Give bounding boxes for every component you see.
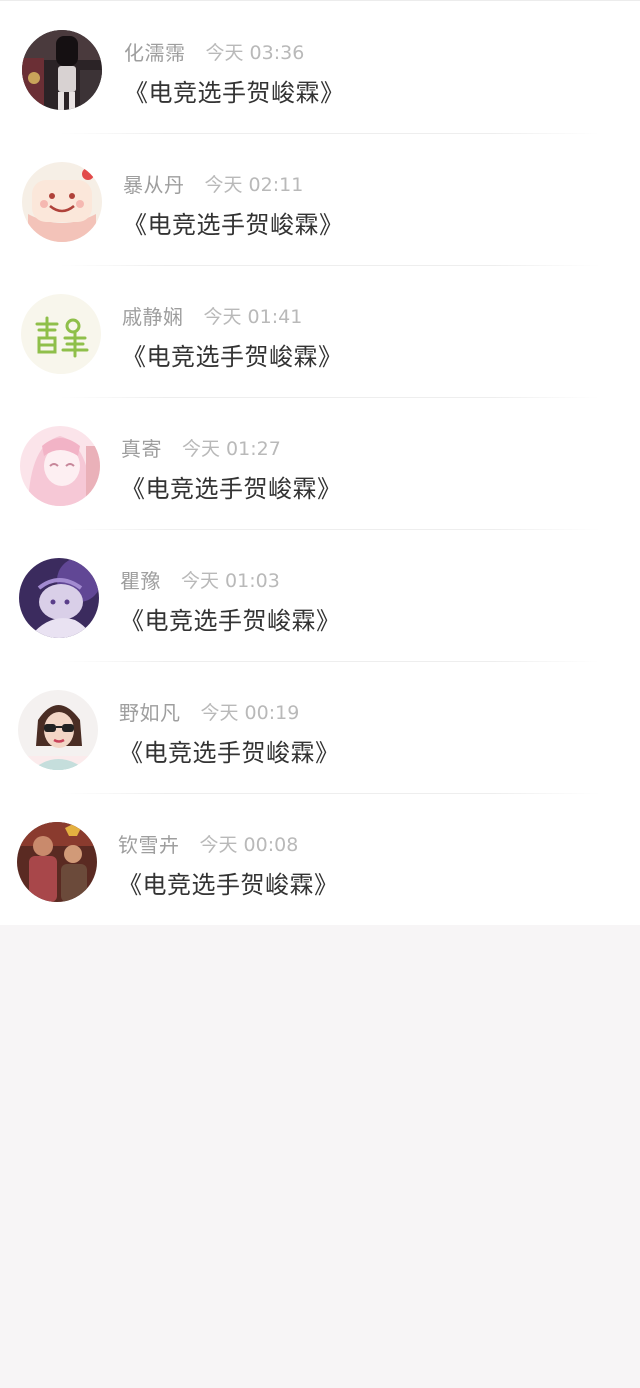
comment-time: 今天 02:11	[204, 173, 304, 196]
avatar-dark-street-photo-icon[interactable]	[22, 30, 102, 110]
comment-meta: 暴从丹 今天 02:11	[123, 169, 303, 197]
commenter-name[interactable]: 暴从丹	[123, 169, 185, 198]
comment-text: 《电竞选手贺峻霖》	[118, 871, 339, 899]
commenter-name[interactable]: 戚静娴	[122, 301, 184, 330]
avatar-cute-cake-face-icon[interactable]	[22, 162, 102, 242]
commenter-name[interactable]: 真寄	[121, 433, 162, 462]
comment-item[interactable]: 野如凡 今天 00:19 《电竞选手贺峻霖》	[0, 661, 640, 793]
avatar-pink-anime-girl-icon[interactable]	[20, 426, 100, 506]
comment-text: 《电竞选手贺峻霖》	[121, 475, 342, 503]
commenter-name[interactable]: 钦雪卉	[118, 829, 180, 858]
comment-text: 《电竞选手贺峻霖》	[119, 739, 340, 767]
avatar-sunglasses-girl-icon[interactable]	[18, 690, 98, 770]
avatar-green-calligraphy-icon[interactable]	[21, 294, 101, 374]
comment-meta: 真寄 今天 01:27	[121, 433, 281, 461]
comment-meta: 戚静娴 今天 01:41	[122, 301, 302, 329]
comment-list: 化濡霈 今天 03:36 《电竞选手贺峻霖》 暴从丹 今天 02:11 《电竞选…	[0, 0, 640, 925]
comment-item[interactable]: 瞿豫 今天 01:03 《电竞选手贺峻霖》	[0, 529, 640, 661]
comment-item[interactable]: 钦雪卉 今天 00:08 《电竞选手贺峻霖》	[0, 793, 640, 925]
comment-text: 《电竞选手贺峻霖》	[123, 211, 344, 239]
commenter-name[interactable]: 化濡霈	[124, 37, 186, 66]
comment-time: 今天 03:36	[205, 41, 305, 64]
comment-time: 今天 00:08	[199, 833, 299, 856]
commenter-name[interactable]: 瞿豫	[120, 565, 161, 594]
comment-item[interactable]: 化濡霈 今天 03:36 《电竞选手贺峻霖》	[0, 1, 640, 133]
avatar-purple-anime-art-icon[interactable]	[19, 558, 99, 638]
comment-item[interactable]: 真寄 今天 01:27 《电竞选手贺峻霖》	[0, 397, 640, 529]
commenter-name[interactable]: 野如凡	[119, 697, 181, 726]
comment-text: 《电竞选手贺峻霖》	[120, 607, 341, 635]
comment-time: 今天 00:19	[200, 701, 300, 724]
comment-item[interactable]: 暴从丹 今天 02:11 《电竞选手贺峻霖》	[0, 133, 640, 265]
comment-text: 《电竞选手贺峻霖》	[124, 79, 345, 107]
comment-text: 《电竞选手贺峻霖》	[122, 343, 343, 371]
comment-time: 今天 01:41	[203, 305, 303, 328]
comment-time: 今天 01:03	[181, 569, 280, 592]
comment-meta: 野如凡 今天 00:19	[119, 697, 299, 725]
avatar-two-kids-photo-icon[interactable]	[17, 822, 97, 902]
comment-item[interactable]: 戚静娴 今天 01:41 《电竞选手贺峻霖》	[0, 265, 640, 397]
comment-time: 今天 01:27	[182, 437, 281, 460]
comment-meta: 瞿豫 今天 01:03	[120, 565, 280, 593]
comment-meta: 化濡霈 今天 03:36	[124, 37, 304, 65]
comment-meta: 钦雪卉 今天 00:08	[118, 829, 298, 857]
